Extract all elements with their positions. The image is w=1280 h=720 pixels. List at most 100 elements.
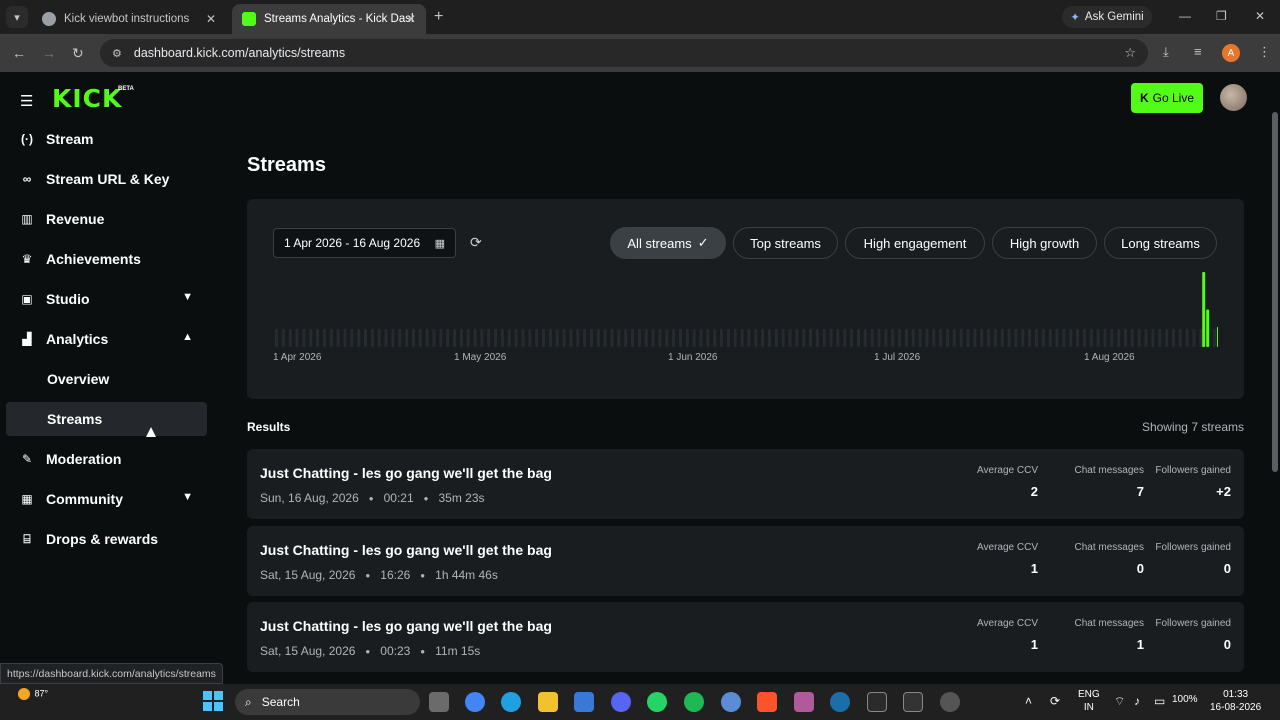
hamburger-menu-icon[interactable]: ☰ — [20, 92, 34, 110]
browser-tab-viewbot[interactable]: Kick viewbot instructions ✕ — [32, 4, 226, 34]
refresh-icon[interactable]: ⟳ — [470, 234, 482, 251]
volume-icon[interactable]: ♪ — [1134, 694, 1140, 708]
close-tab-icon[interactable]: ✕ — [406, 12, 416, 26]
download-icon[interactable]: ⤓ — [1163, 44, 1169, 60]
stat-label: Chat messages — [1074, 542, 1144, 553]
app-icon[interactable] — [940, 692, 960, 712]
user-avatar[interactable] — [1220, 84, 1247, 111]
weather-widget[interactable]: 87° — [18, 688, 48, 700]
file-explorer-icon[interactable] — [538, 692, 558, 712]
back-icon[interactable]: ← — [12, 45, 26, 61]
sidebar-item-streams[interactable]: Streams — [6, 402, 207, 436]
epic-games-icon[interactable] — [867, 692, 887, 712]
address-bar[interactable]: ⚙ dashboard.kick.com/analytics/streams ☆ — [100, 39, 1148, 67]
whatsapp-icon[interactable] — [647, 692, 667, 712]
chart-bar-empty — [1096, 329, 1100, 347]
page-scrollbar[interactable] — [1272, 112, 1278, 472]
filter-chip-long-streams[interactable]: Long streams — [1104, 227, 1217, 259]
chart-bar-empty — [542, 329, 545, 347]
sidebar-item-revenue[interactable]: ▥ Revenue — [6, 202, 207, 236]
wifi-icon[interactable]: ⌔ — [1114, 694, 1125, 709]
tray-overflow-icon[interactable]: ˄ — [1025, 694, 1032, 708]
sidebar-item-analytics[interactable]: ▟ Analytics ▲ — [6, 322, 207, 356]
language-indicator[interactable]: ENG IN — [1078, 688, 1100, 714]
chart-bar-empty — [987, 329, 991, 347]
brave-icon[interactable] — [757, 692, 777, 712]
spotify-icon[interactable] — [684, 692, 704, 712]
chart-bar-empty — [836, 329, 840, 347]
chart-bar-empty — [877, 329, 881, 347]
reload-icon[interactable]: ↻ — [72, 45, 84, 62]
filter-chip-high-growth[interactable]: High growth — [992, 227, 1097, 259]
chart-bar-empty — [480, 329, 484, 347]
new-tab-button[interactable]: + — [434, 8, 443, 26]
chart-bar-empty — [781, 329, 785, 347]
close-window-button[interactable]: ✕ — [1255, 9, 1265, 23]
reading-list-icon[interactable]: ≡ — [1194, 44, 1202, 59]
edge-icon[interactable] — [501, 692, 521, 712]
steam-icon[interactable] — [830, 692, 850, 712]
chart-bar-empty — [596, 329, 600, 347]
bookmark-star-icon[interactable]: ☆ — [1124, 45, 1136, 61]
sidebar-item-studio[interactable]: ▣ Studio ▼ — [6, 282, 207, 316]
kick-favicon — [242, 12, 256, 26]
minimize-button[interactable]: — — [1179, 9, 1191, 23]
sidebar-item-stream-url-key[interactable]: ∞ Stream URL & Key — [6, 162, 207, 196]
chart-bar-empty — [1000, 329, 1004, 347]
sidebar-item-stream[interactable]: (·) Stream — [6, 122, 207, 156]
task-view-icon[interactable] — [429, 692, 449, 712]
sync-icon[interactable]: ⟳ — [1050, 694, 1060, 708]
chart-bar[interactable] — [1217, 326, 1218, 348]
chart-bar[interactable] — [1206, 309, 1210, 348]
filter-chip-high-engagement[interactable]: High engagement — [845, 227, 985, 259]
discord-icon[interactable] — [611, 692, 631, 712]
browser-tab-streams-analytics[interactable]: Streams Analytics - Kick Dashbo ✕ — [232, 4, 426, 34]
filter-chip-all-streams[interactable]: All streams ✓ — [610, 227, 726, 259]
forward-icon[interactable]: → — [42, 45, 56, 61]
community-icon: ▦ — [21, 492, 33, 506]
store-icon[interactable] — [574, 692, 594, 712]
chart-bar[interactable] — [1202, 272, 1206, 347]
stream-duration: 11m 15s — [435, 644, 481, 658]
filter-chip-top-streams[interactable]: Top streams — [733, 227, 838, 259]
qbittorrent-icon[interactable] — [721, 692, 741, 712]
taskbar-search[interactable]: ⌕ Search — [235, 689, 420, 715]
chart-bar-empty — [1185, 329, 1189, 347]
sidebar-item-label: Drops & rewards — [46, 531, 159, 547]
chart-bar-empty — [1158, 329, 1162, 347]
chart-bar-empty — [1041, 329, 1045, 347]
date-range-picker[interactable]: 1 Apr 2026 - 16 Aug 2026 ▦ — [273, 228, 456, 258]
profile-avatar[interactable]: A — [1222, 44, 1240, 62]
chart-bar-empty — [706, 329, 710, 347]
go-live-button[interactable]: K Go Live — [1131, 83, 1203, 113]
sidebar-item-label: Revenue — [46, 211, 105, 227]
stream-row[interactable]: Just Chatting - les go gang we'll get th… — [247, 602, 1244, 672]
clock[interactable]: 01:33 16-08-2026 — [1210, 688, 1261, 714]
chart-bar-empty — [370, 329, 374, 347]
close-tab-icon[interactable]: ✕ — [206, 12, 216, 26]
site-info-icon[interactable]: ⚙ — [112, 47, 122, 60]
terminal-icon[interactable] — [903, 692, 923, 712]
chart-bar-empty — [322, 329, 326, 347]
browser-menu-icon[interactable]: ⋮ — [1258, 44, 1271, 60]
sidebar-item-moderation[interactable]: ✎ Moderation — [6, 442, 207, 476]
chrome-icon[interactable] — [465, 692, 485, 712]
maximize-button[interactable]: ❐ — [1216, 9, 1227, 23]
chart-bar-empty — [904, 329, 908, 347]
sidebar-item-achievements[interactable]: ♛ Achievements — [6, 242, 207, 276]
start-button[interactable] — [203, 691, 223, 711]
app-icon[interactable] — [794, 692, 814, 712]
stat-label: Followers gained — [1155, 465, 1231, 476]
sidebar-item-drops-rewards[interactable]: ⌸ Drops & rewards — [6, 522, 207, 556]
battery-icon[interactable]: ▭ — [1154, 694, 1165, 708]
weather-temp: 87° — [34, 688, 49, 699]
chart-bar-empty — [720, 329, 723, 347]
tab-search-button[interactable]: ▾ — [6, 6, 28, 28]
ask-gemini-button[interactable]: ✦ Ask Gemini — [1062, 6, 1152, 28]
kick-logo[interactable]: KICK — [52, 84, 122, 113]
chart-bar-empty — [658, 329, 662, 347]
sidebar-item-overview[interactable]: Overview — [6, 362, 207, 396]
stream-row[interactable]: Just Chatting - les go gang we'll get th… — [247, 449, 1244, 519]
stream-row[interactable]: Just Chatting - les go gang we'll get th… — [247, 526, 1244, 596]
sidebar-item-community[interactable]: ▦ Community ▼ — [6, 482, 207, 516]
